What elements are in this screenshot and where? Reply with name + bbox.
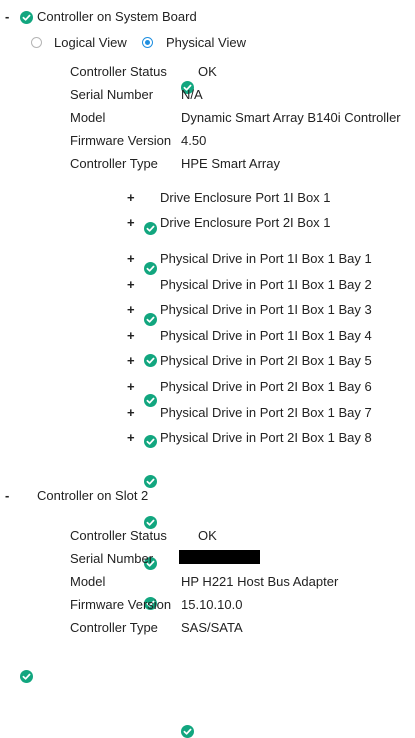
check-circle-icon [144, 222, 157, 235]
expand-toggle[interactable]: + [127, 251, 135, 266]
expand-toggle[interactable]: + [127, 353, 135, 368]
controller-system-board: - Controller on System Board Logical Vie… [0, 0, 415, 610]
check-circle-icon [144, 313, 157, 326]
expand-toggle[interactable]: + [127, 379, 135, 394]
check-circle-icon [144, 262, 157, 275]
expand-toggle[interactable]: + [127, 302, 135, 317]
drive-label[interactable]: Physical Drive in Port 1I Box 1 Bay 2 [160, 277, 372, 292]
check-circle-icon [20, 670, 33, 683]
expand-toggle[interactable]: + [127, 405, 135, 420]
detail-label: Controller Status [70, 64, 167, 79]
detail-label: Serial Number [70, 87, 154, 102]
expand-toggle[interactable]: + [127, 430, 135, 445]
enclosure-label[interactable]: Drive Enclosure Port 2I Box 1 [160, 215, 331, 230]
controller-title[interactable]: Controller on System Board [37, 9, 197, 24]
collapse-toggle[interactable]: - [5, 488, 9, 503]
list-item: + Physical Drive in Port 1I Box 1 Bay 3 [0, 90, 415, 407]
check-circle-icon [20, 11, 33, 24]
detail-value: HPE Smart Array [181, 156, 280, 171]
list-item: + Physical Drive in Port 2I Box 1 Bay 6 [0, 135, 415, 529]
collapse-toggle[interactable]: - [5, 9, 9, 24]
detail-value: HP H221 Host Bus Adapter [181, 574, 339, 589]
detail-label: Serial Number [70, 551, 154, 566]
detail-value: 15.10.10.0 [181, 597, 243, 612]
detail-label: Controller Type [70, 156, 158, 171]
check-circle-icon [144, 475, 157, 488]
detail-label: Controller Type [70, 620, 158, 635]
physical-view-label[interactable]: Physical View [166, 35, 246, 50]
detail-label: Model [70, 110, 106, 125]
controller-title[interactable]: Controller on Slot 2 [37, 488, 148, 503]
drive-label[interactable]: Physical Drive in Port 1I Box 1 Bay 4 [160, 328, 372, 343]
status-value: OK [198, 528, 217, 543]
check-circle-icon [144, 354, 157, 367]
detail-label: Controller Status [70, 528, 167, 543]
drive-label[interactable]: Physical Drive in Port 2I Box 1 Bay 5 [160, 353, 372, 368]
check-circle-icon [181, 725, 194, 738]
detail-value: 4.50 [181, 133, 207, 148]
check-circle-icon [144, 435, 157, 448]
expand-toggle[interactable]: + [127, 328, 135, 343]
detail-label: Firmware Version [70, 133, 172, 148]
drive-label[interactable]: Physical Drive in Port 2I Box 1 Bay 6 [160, 379, 372, 394]
status-value: OK [198, 64, 217, 79]
check-circle-icon [144, 394, 157, 407]
logical-view-label[interactable]: Logical View [54, 35, 127, 50]
enclosure-label[interactable]: Drive Enclosure Port 1I Box 1 [160, 190, 331, 205]
drive-label[interactable]: Physical Drive in Port 2I Box 1 Bay 8 [160, 430, 372, 445]
expand-toggle[interactable]: + [127, 190, 135, 205]
detail-value: N/A [181, 87, 203, 102]
drive-label[interactable]: Physical Drive in Port 1I Box 1 Bay 1 [160, 251, 372, 266]
logical-view-radio[interactable] [31, 37, 42, 48]
detail-label: Model [70, 574, 106, 589]
redacted-serial [179, 550, 260, 564]
detail-label: Firmware Version [70, 597, 172, 612]
physical-view-radio[interactable] [142, 37, 153, 48]
drive-label[interactable]: Physical Drive in Port 2I Box 1 Bay 7 [160, 405, 372, 420]
expand-toggle[interactable]: + [127, 215, 135, 230]
detail-value: SAS/SATA [181, 620, 243, 635]
expand-toggle[interactable]: + [127, 277, 135, 292]
detail-value: Dynamic Smart Array B140i Controller [181, 110, 401, 125]
drive-label[interactable]: Physical Drive in Port 1I Box 1 Bay 3 [160, 302, 372, 317]
